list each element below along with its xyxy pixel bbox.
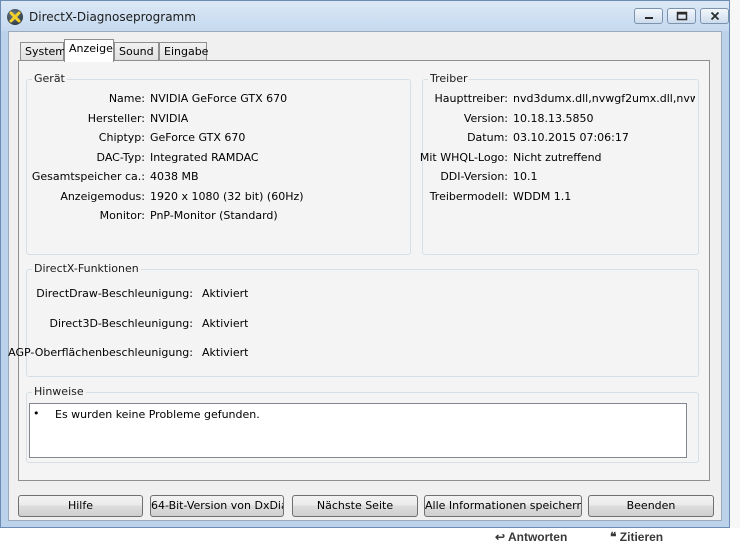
device-name-value: NVIDIA GeForce GTX 670 bbox=[150, 92, 288, 105]
device-manufacturer-value: NVIDIA bbox=[150, 112, 189, 125]
driver-model-label: Treibermodell: bbox=[429, 190, 508, 203]
bullet-icon: • bbox=[33, 407, 40, 420]
device-monitor-label: Monitor: bbox=[99, 209, 145, 222]
directdraw-value: Aktiviert bbox=[202, 287, 249, 300]
device-name-label: Name: bbox=[108, 92, 145, 105]
device-memory-value: 4038 MB bbox=[150, 170, 199, 183]
save-all-info-button[interactable]: Alle Informationen speichern... bbox=[424, 495, 582, 517]
driver-group: Treiber Haupttreiber: nvd3dumx.dll,nvwgf… bbox=[419, 72, 699, 255]
maximize-icon bbox=[676, 11, 687, 21]
driver-date-label: Datum: bbox=[467, 131, 508, 144]
notes-textbox[interactable]: • Es wurden keine Probleme gefunden. bbox=[29, 403, 687, 458]
directdraw-label: DirectDraw-Beschleunigung: bbox=[36, 287, 193, 300]
device-chip-type-value: GeForce GTX 670 bbox=[150, 131, 246, 144]
driver-ddi-version-value: 10.1 bbox=[513, 170, 538, 183]
agp-value: Aktiviert bbox=[202, 346, 249, 359]
background-edge bbox=[730, 0, 740, 548]
directx-logo-icon bbox=[7, 9, 23, 25]
dxdiag-window: DirectX-Diagnoseprogramm System Anzeige … bbox=[0, 0, 730, 528]
client-area: System Anzeige Sound Eingabe Gerät Name:… bbox=[8, 31, 722, 521]
device-manufacturer-label: Hersteller: bbox=[87, 112, 145, 125]
64bit-version-button[interactable]: 64-Bit-Version von DxDiag bbox=[150, 495, 284, 517]
tab-anzeige[interactable]: Anzeige bbox=[64, 39, 114, 62]
direct3d-value: Aktiviert bbox=[202, 317, 249, 330]
driver-whql-label: Mit WHQL-Logo: bbox=[419, 151, 508, 164]
close-window-button[interactable] bbox=[700, 8, 729, 24]
background-reply-link[interactable]: ↩ Antworten bbox=[495, 530, 567, 544]
device-chip-type-label: Chiptyp: bbox=[98, 131, 145, 144]
device-dac-type-label: DAC-Typ: bbox=[96, 151, 145, 164]
note-item: Es wurden keine Probleme gefunden. bbox=[55, 408, 260, 421]
device-dac-type-value: Integrated RAMDAC bbox=[150, 151, 259, 164]
device-memory-label: Gesamtspeicher ca.: bbox=[31, 170, 145, 183]
driver-model-value: WDDM 1.1 bbox=[513, 190, 572, 203]
tab-system[interactable]: System bbox=[20, 42, 66, 61]
tab-sound[interactable]: Sound bbox=[114, 42, 159, 61]
driver-group-title: Treiber bbox=[428, 72, 470, 85]
device-group-title: Gerät bbox=[32, 72, 67, 85]
device-display-mode-label: Anzeigemodus: bbox=[60, 190, 145, 203]
title-bar[interactable]: DirectX-Diagnoseprogramm bbox=[1, 1, 729, 31]
driver-main-value: nvd3dumx.dll,nvwgf2umx.dll,nvwgf2 bbox=[513, 92, 695, 105]
directx-features-group: DirectX-Funktionen DirectDraw-Beschleuni… bbox=[8, 262, 699, 377]
driver-version-value: 10.18.13.5850 bbox=[513, 112, 594, 125]
agp-label: AGP-Oberflächenbeschleunigung: bbox=[8, 346, 193, 359]
notes-group: Hinweise • Es wurden keine Probleme gefu… bbox=[26, 385, 699, 463]
device-group: Gerät Name: NVIDIA GeForce GTX 670 Herst… bbox=[26, 72, 411, 255]
direct3d-label: Direct3D-Beschleunigung: bbox=[49, 317, 193, 330]
tab-eingabe[interactable]: Eingabe bbox=[159, 42, 208, 61]
tab-panel-anzeige: Gerät Name: NVIDIA GeForce GTX 670 Herst… bbox=[8, 60, 710, 481]
driver-ddi-version-label: DDI-Version: bbox=[440, 170, 508, 183]
minimize-icon bbox=[644, 17, 653, 19]
exit-button[interactable]: Beenden bbox=[588, 495, 714, 517]
next-page-button[interactable]: Nächste Seite bbox=[292, 495, 418, 517]
maximize-button[interactable] bbox=[667, 8, 696, 24]
close-icon bbox=[710, 11, 719, 21]
driver-date-value: 03.10.2015 07:06:17 bbox=[513, 131, 629, 144]
driver-version-label: Version: bbox=[463, 112, 508, 125]
driver-main-label: Haupttreiber: bbox=[434, 92, 508, 105]
window-title: DirectX-Diagnoseprogramm bbox=[29, 10, 196, 24]
device-display-mode-value: 1920 x 1080 (32 bit) (60Hz) bbox=[150, 190, 304, 203]
notes-group-title: Hinweise bbox=[32, 385, 86, 398]
help-button[interactable]: Hilfe bbox=[18, 495, 143, 517]
directx-features-title: DirectX-Funktionen bbox=[32, 262, 141, 275]
driver-whql-value: Nicht zutreffend bbox=[513, 151, 602, 164]
device-monitor-value: PnP-Monitor (Standard) bbox=[150, 209, 278, 222]
background-quote-link[interactable]: ❝ Zitieren bbox=[610, 530, 663, 544]
minimize-button[interactable] bbox=[634, 8, 663, 24]
